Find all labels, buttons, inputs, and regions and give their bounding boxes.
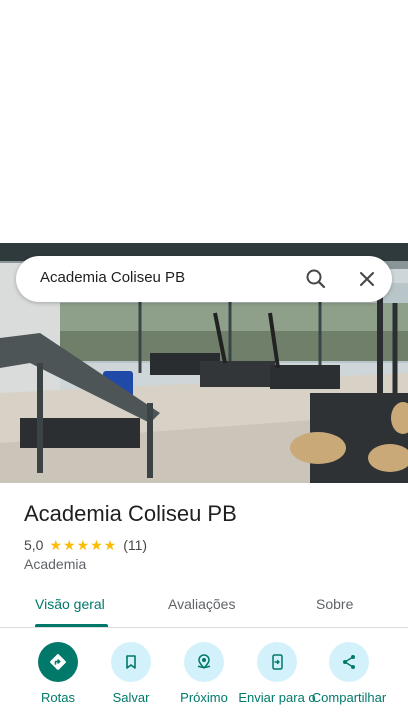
bookmark-icon — [111, 642, 151, 682]
place-category: Academia — [24, 556, 87, 572]
search-icon[interactable] — [302, 265, 330, 293]
tabs-divider — [0, 627, 408, 628]
send-to-phone-icon — [257, 642, 297, 682]
share-button[interactable]: Compartilhar — [309, 642, 389, 726]
tab-about[interactable]: Sobre — [316, 596, 353, 612]
map-area — [0, 0, 408, 243]
tab-reviews[interactable]: Avaliações — [168, 596, 235, 612]
nearby-icon — [184, 642, 224, 682]
review-count[interactable]: (11) — [123, 537, 147, 553]
send-to-phone-button[interactable]: Enviar para o — [237, 642, 317, 726]
tab-bar: Visão geral Avaliações Sobre — [0, 588, 408, 628]
save-label: Salvar — [112, 690, 150, 705]
rating-stars: ★★★★★ — [49, 536, 118, 553]
nearby-label: Próximo — [180, 690, 228, 705]
rating-value: 5,0 — [24, 537, 44, 553]
tab-overview[interactable]: Visão geral — [35, 596, 105, 612]
place-title: Academia Coliseu PB — [24, 501, 237, 526]
close-icon[interactable] — [353, 265, 381, 293]
directions-icon — [38, 642, 78, 682]
nearby-button[interactable]: Próximo — [164, 642, 244, 726]
directions-label: Rotas — [41, 690, 75, 705]
save-button[interactable]: Salvar — [91, 642, 171, 726]
search-bar[interactable]: Academia Coliseu PB — [16, 256, 392, 302]
search-input[interactable]: Academia Coliseu PB — [40, 269, 185, 286]
send-to-phone-label: Enviar para o — [238, 690, 316, 705]
directions-button[interactable]: Rotas — [18, 642, 98, 726]
share-label: Compartilhar — [311, 690, 387, 705]
share-icon — [329, 642, 369, 682]
rating-row[interactable]: 5,0 ★★★★★ (11) — [24, 536, 147, 554]
